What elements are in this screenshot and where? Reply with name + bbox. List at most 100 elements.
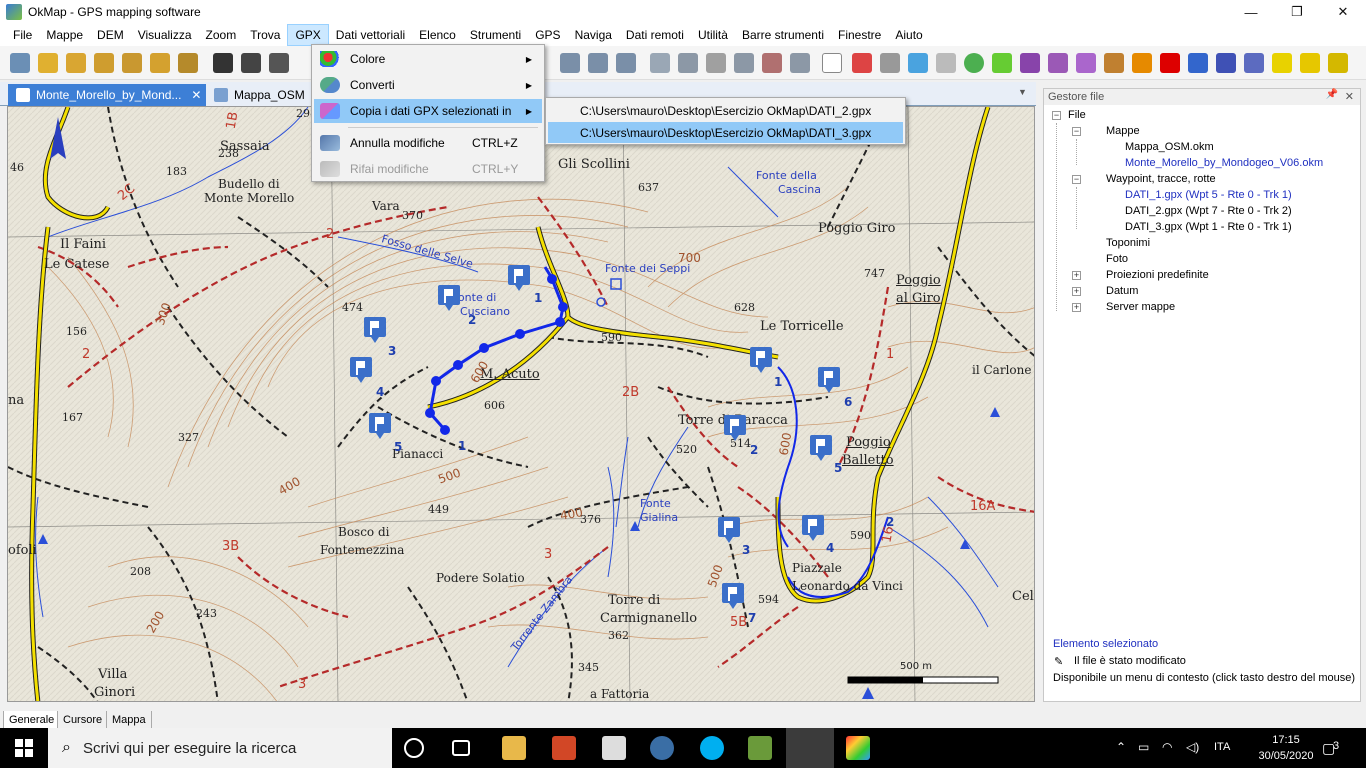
waypoint-flag-icon[interactable] [718, 517, 740, 545]
panel-close-icon[interactable]: ✕ [1345, 90, 1354, 103]
close-button[interactable]: ✕ [1320, 0, 1366, 24]
browser-icon[interactable] [650, 736, 674, 760]
tree-node-dati-2[interactable]: DATI_2.gpx (Wpt 7 - Rte 0 - Trk 2) [1125, 203, 1292, 219]
waypoint-flag-icon[interactable] [350, 357, 372, 385]
edit-icon[interactable] [678, 53, 698, 73]
menu-dati-remoti[interactable]: Dati remoti [619, 24, 691, 46]
waypoint-flag-icon[interactable] [750, 347, 772, 375]
menu-dati-vettoriali[interactable]: Dati vettoriali [329, 24, 412, 46]
tray-chevron-icon[interactable]: ⌃ [1116, 740, 1126, 754]
task-view-icon[interactable] [452, 740, 470, 756]
tree-node-datum[interactable]: Datum [1106, 283, 1138, 299]
tree-expand-icon[interactable]: + [1072, 303, 1081, 312]
file-explorer-icon[interactable] [502, 736, 526, 760]
tab-mappa-osm[interactable]: Mappa_OSM [206, 84, 313, 106]
volume-icon[interactable]: ◁) [1186, 740, 1199, 754]
menu-finestre[interactable]: Finestre [831, 24, 888, 46]
tree-node-monte-morello[interactable]: Monte_Morello_by_Mondogeo_V06.okm [1125, 155, 1323, 171]
move-icon[interactable] [936, 53, 956, 73]
cortana-icon[interactable] [404, 738, 424, 758]
tab-close-icon[interactable]: ✕ [191, 88, 201, 102]
zoom-out-icon[interactable] [588, 53, 608, 73]
eraser-icon[interactable] [908, 53, 928, 73]
menu-trova[interactable]: Trova [243, 24, 287, 46]
tree-node-file[interactable]: File [1068, 107, 1086, 123]
edit-icon[interactable] [790, 53, 810, 73]
skype-icon[interactable] [700, 736, 724, 760]
edit-icon[interactable] [650, 53, 670, 73]
menu-gps[interactable]: GPS [528, 24, 567, 46]
ruler-icon[interactable] [1300, 53, 1320, 73]
menu-elenco[interactable]: Elenco [412, 24, 463, 46]
select-arrow-icon[interactable] [822, 53, 842, 73]
tree-collapse-icon[interactable]: − [1072, 175, 1081, 184]
smile-icon[interactable] [964, 53, 984, 73]
select-add-icon[interactable] [852, 53, 872, 73]
tree-node-mappe[interactable]: Mappe [1106, 123, 1140, 139]
menu-barre-strumenti[interactable]: Barre strumenti [735, 24, 831, 46]
zoom-in-icon[interactable] [560, 53, 580, 73]
tab-generale[interactable]: Generale [3, 711, 61, 729]
ruler-icon[interactable] [1272, 53, 1292, 73]
zoom-tool-icon[interactable] [10, 53, 30, 73]
open-folder-icon[interactable] [178, 53, 198, 73]
menu-item-rifai-modifiche[interactable]: Rifai modifiche CTRL+Y [314, 157, 542, 181]
tree-node-proiezioni[interactable]: Proiezioni predefinite [1106, 267, 1209, 283]
open-gpx-icon[interactable] [94, 53, 114, 73]
save-icon[interactable] [241, 53, 261, 73]
tag-icon[interactable] [1104, 53, 1124, 73]
notepad-icon[interactable] [748, 736, 772, 760]
powerpoint-icon[interactable] [552, 736, 576, 760]
tree-node-dati-3[interactable]: DATI_3.gpx (Wpt 1 - Rte 0 - Trk 1) [1125, 219, 1292, 235]
tree-expand-icon[interactable]: + [1072, 271, 1081, 280]
tab-list-dropdown-icon[interactable]: ▼ [1018, 87, 1027, 97]
tab-cursore[interactable]: Cursore [57, 711, 109, 729]
waypoint-flag-icon[interactable] [508, 265, 530, 293]
menu-strumenti[interactable]: Strumenti [463, 24, 528, 46]
menu-gpx[interactable]: GPX [287, 24, 329, 46]
edit-icon[interactable] [706, 53, 726, 73]
waypoint-icon[interactable] [1160, 53, 1180, 73]
waypoint-flag-icon[interactable] [810, 435, 832, 463]
waypoint-icon[interactable] [1216, 53, 1236, 73]
import-icon[interactable] [122, 53, 142, 73]
tab-mappa[interactable]: Mappa [106, 711, 152, 729]
edit-icon[interactable] [734, 53, 754, 73]
route-icon[interactable] [1020, 53, 1040, 73]
menu-naviga[interactable]: Naviga [568, 24, 619, 46]
save-icon[interactable] [213, 53, 233, 73]
save-as-icon[interactable] [269, 53, 289, 73]
tree-node-server-mappe[interactable]: Server mappe [1106, 299, 1175, 315]
waypoint-icon[interactable] [1244, 53, 1264, 73]
waypoint-flag-icon[interactable] [802, 515, 824, 543]
tree-collapse-icon[interactable]: − [1072, 127, 1081, 136]
waypoint-flag-icon[interactable] [722, 583, 744, 611]
menu-item-converti[interactable]: Converti ▶ [314, 73, 542, 97]
menu-dem[interactable]: DEM [90, 24, 131, 46]
tab-monte-morello[interactable]: Monte_Morello_by_Mond... ✕ [8, 84, 210, 106]
start-button[interactable] [0, 728, 48, 768]
open-map-icon[interactable] [38, 53, 58, 73]
zoom-one-icon[interactable] [616, 53, 636, 73]
comment-icon[interactable] [992, 53, 1012, 73]
track-icon[interactable] [1076, 53, 1096, 73]
waypoint-flag-icon[interactable] [364, 317, 386, 345]
route-icon[interactable] [1048, 53, 1068, 73]
submenu-item-dati-2[interactable]: C:\Users\mauro\Desktop\Esercizio OkMap\D… [548, 100, 903, 121]
select-area-icon[interactable] [880, 53, 900, 73]
waypoint-flag-icon[interactable] [369, 413, 391, 441]
tree-node-foto[interactable]: Foto [1106, 251, 1128, 267]
topographic-map[interactable]: Sassaia Budello di Monte Morello Vara Il… [7, 106, 1035, 702]
tree-node-dati-1[interactable]: DATI_1.gpx (Wpt 5 - Rte 0 - Trk 1) [1125, 187, 1292, 203]
menu-item-colore[interactable]: Colore ▶ [314, 47, 542, 71]
menu-mappe[interactable]: Mappe [39, 24, 90, 46]
waypoint-flag-icon[interactable] [818, 367, 840, 395]
color-app-icon[interactable] [846, 736, 870, 760]
delete-icon[interactable] [762, 53, 782, 73]
okmap-taskbar-icon[interactable] [786, 728, 834, 768]
battery-icon[interactable]: ▭ [1138, 740, 1149, 754]
menu-aiuto[interactable]: Aiuto [888, 24, 929, 46]
menu-visualizza[interactable]: Visualizza [131, 24, 199, 46]
tree-node-waypoint[interactable]: Waypoint, tracce, rotte [1106, 171, 1216, 187]
taskbar-search-box[interactable]: ⌕ Scrivi qui per eseguire la ricerca [48, 728, 392, 768]
